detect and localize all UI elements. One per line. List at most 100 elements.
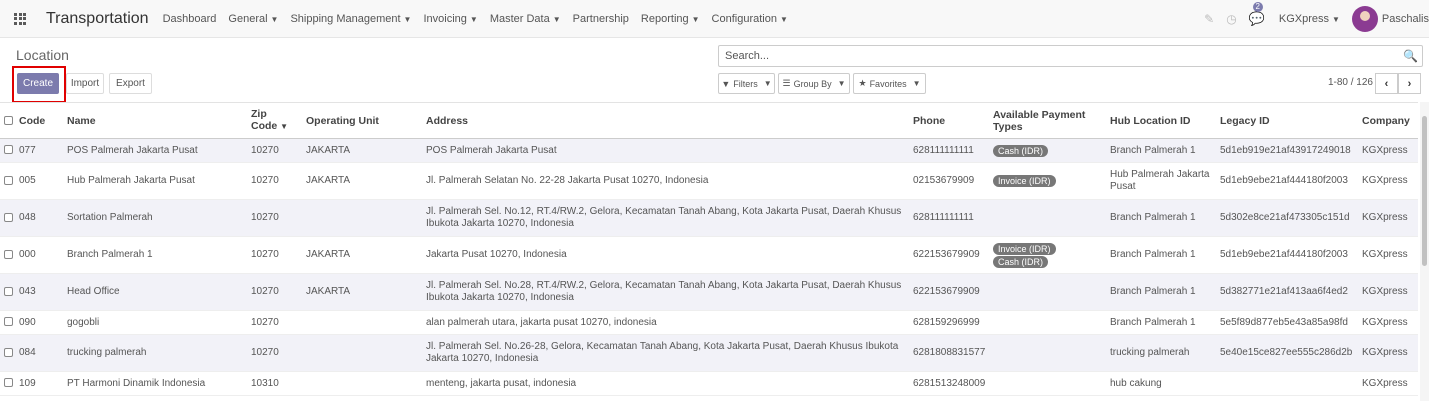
cell-zip: 10270: [247, 334, 302, 372]
pager-value[interactable]: 1-80 / 126: [1328, 77, 1373, 88]
cell-company-value: KGXpress: [1362, 316, 1408, 328]
cell-phone: 6281808831577: [909, 334, 989, 372]
cell-legacy-id-value: 5d382771e21af413aa6f4ed2: [1220, 286, 1348, 297]
cell-phone-value: 622153679909: [913, 249, 980, 260]
row-checkbox[interactable]: [4, 317, 13, 327]
cell-zip-value: 10310: [251, 377, 279, 389]
pager-next-button[interactable]: ›: [1398, 73, 1421, 94]
cell-hub-location: Branch Palmerah 1: [1106, 199, 1216, 237]
row-checkbox[interactable]: [4, 347, 13, 357]
row-checkbox[interactable]: [4, 145, 13, 155]
cell-address-value: Jl. Palmerah Sel. No.26-28, Gelora, Keca…: [426, 341, 899, 364]
table-row[interactable]: 090 gogobli 10270 alan palmerah utara, jaka…: [0, 310, 1418, 335]
table-row[interactable]: 043 Head Office 10270 JAKARTA Jl. Palmerah S…: [0, 273, 1418, 311]
cell-company-value: KGXpress: [1362, 175, 1408, 186]
column-header-name[interactable]: Name: [63, 102, 247, 139]
column-header-zip[interactable]: Zip Code ▼: [247, 102, 302, 139]
column-header-payment-types[interactable]: Available Payment Types: [989, 102, 1106, 139]
menu-item-invoicing[interactable]: Invoicing ▼: [423, 13, 477, 25]
cell-hub-location: Hub Palmerah Jakarta Pusat: [1106, 162, 1216, 200]
pager-previous-button[interactable]: ‹: [1375, 73, 1398, 94]
table-row[interactable]: 109 PT Harmoni Dinamik Indonesia 10310 ment…: [0, 371, 1418, 396]
column-header-phone[interactable]: Phone: [909, 102, 989, 139]
user-name[interactable]: Paschalis: [1382, 13, 1429, 25]
cell-hub-location-value: Hub Palmerah Jakarta Pusat: [1110, 169, 1210, 192]
export-button[interactable]: Export: [109, 73, 152, 94]
cell-name-value: gogobli: [67, 316, 100, 328]
search-icon[interactable]: 🔍: [1403, 49, 1418, 63]
row-checkbox[interactable]: [4, 249, 13, 259]
cell-name-value: Hub Palmerah Jakarta Pusat: [67, 175, 195, 186]
cell-phone-value: 628159296999: [913, 316, 980, 328]
chevron-down-icon: ▼: [912, 79, 921, 88]
table-row[interactable]: 000 Branch Palmerah 1 10270 JAKARTA Jakarta …: [0, 236, 1418, 274]
select-all-checkbox[interactable]: [4, 116, 13, 126]
cell-phone-value: 6281513248009: [913, 377, 986, 389]
menu-item-master-data[interactable]: Master Data ▼: [490, 13, 561, 25]
cell-phone: 628111111111: [909, 138, 989, 163]
group-by-button[interactable]: ☰ Group By ▼: [778, 73, 850, 94]
chat-icon[interactable]: 💬 2: [1249, 2, 1265, 27]
row-checkbox[interactable]: [4, 212, 13, 222]
cell-phone-value: 6281808831577: [913, 347, 986, 358]
menu-item-configuration[interactable]: Configuration ▼: [712, 13, 788, 25]
edit-icon[interactable]: ✎: [1204, 12, 1214, 26]
payment-type-badge: Cash (IDR): [993, 144, 1049, 157]
avatar[interactable]: [1351, 6, 1378, 32]
cell-address: Jakarta Pusat 10270, Indonesia: [422, 236, 909, 274]
column-header-address[interactable]: Address: [422, 102, 909, 139]
favorites-button[interactable]: ★ Favorites ▼: [853, 73, 926, 94]
row-checkbox[interactable]: [4, 286, 13, 296]
cell-legacy-id-value: 5d1eb9ebe21af444180f2003: [1220, 249, 1348, 260]
search-box: 🔍: [718, 45, 1423, 67]
import-button[interactable]: Import: [66, 73, 104, 94]
cell-company-value: KGXpress: [1362, 377, 1408, 389]
menu-item-dashboard[interactable]: Dashboard: [163, 13, 217, 25]
clock-icon[interactable]: ◷: [1226, 12, 1236, 26]
cell-phone-value: 628111111111: [913, 144, 974, 156]
column-header-operating-unit[interactable]: Operating Unit: [302, 102, 422, 139]
search-input[interactable]: [725, 50, 1385, 62]
menu-item-reporting[interactable]: Reporting ▼: [641, 13, 700, 25]
scrollbar-thumb[interactable]: [1422, 116, 1427, 266]
table-row[interactable]: 084 trucking palmerah 10270 Jl. Palmerah Se…: [0, 334, 1418, 372]
table-row[interactable]: 048 Sortation Palmerah 10270 Jl. Palmerah S…: [0, 199, 1418, 237]
code-value: 043: [19, 286, 36, 297]
apps-menu-icon[interactable]: [14, 12, 26, 25]
header-label: Hub Location ID: [1110, 114, 1191, 127]
cell-hub-location-value: Branch Palmerah 1: [1110, 316, 1196, 328]
cell-payment-types: Invoice (IDR): [989, 162, 1106, 200]
cell-code: 077: [0, 138, 63, 163]
column-header-company[interactable]: Company: [1358, 102, 1418, 139]
cell-address-value: Jl. Palmerah Selatan No. 22-28 Jakarta P…: [426, 175, 709, 186]
cell-payment-types: [989, 199, 1106, 237]
filter-icon: ▼: [721, 78, 731, 89]
menu-item-general[interactable]: General ▼: [228, 13, 278, 25]
row-checkbox[interactable]: [4, 175, 13, 185]
scrollbar[interactable]: [1420, 102, 1429, 401]
cell-operating-unit: JAKARTA: [302, 138, 422, 163]
column-header-legacy-id[interactable]: Legacy ID: [1216, 102, 1358, 139]
cell-company-value: KGXpress: [1362, 144, 1408, 156]
header-label: Address: [426, 114, 469, 127]
column-header-hub-location[interactable]: Hub Location ID: [1106, 102, 1216, 139]
table-row[interactable]: 005 Hub Palmerah Jakarta Pusat 10270 JAKART…: [0, 162, 1418, 200]
cell-address-value: alan palmerah utara, jakarta pusat 10270…: [426, 316, 657, 328]
create-button[interactable]: Create: [17, 73, 59, 94]
table-row[interactable]: 077 POS Palmerah Jakarta Pusat 10270 JAKART…: [0, 138, 1418, 163]
cell-operating-unit: JAKARTA: [302, 162, 422, 200]
cell-code: 043: [0, 273, 63, 311]
cell-address: POS Palmerah Jakarta Pusat: [422, 138, 909, 163]
column-header-code[interactable]: Code: [0, 102, 63, 139]
header-label: Operating Unit: [306, 114, 379, 127]
menu-item-shipping-management[interactable]: Shipping Management ▼: [290, 13, 411, 25]
chevron-down-icon: ▼: [691, 14, 700, 24]
cell-legacy-id-value: 5e5f89d877eb5e43a85a98fd: [1220, 316, 1348, 328]
menu-item-partnership[interactable]: Partnership: [573, 13, 629, 25]
filters-button[interactable]: ▼ Filters ▼: [718, 73, 775, 94]
cell-hub-location-value: Branch Palmerah 1: [1110, 249, 1196, 260]
favorites-label: Favorites: [869, 78, 907, 89]
company-switcher[interactable]: KGXpress ▼: [1279, 13, 1340, 25]
header-label: Legacy ID: [1220, 114, 1270, 127]
row-checkbox[interactable]: [4, 378, 13, 388]
